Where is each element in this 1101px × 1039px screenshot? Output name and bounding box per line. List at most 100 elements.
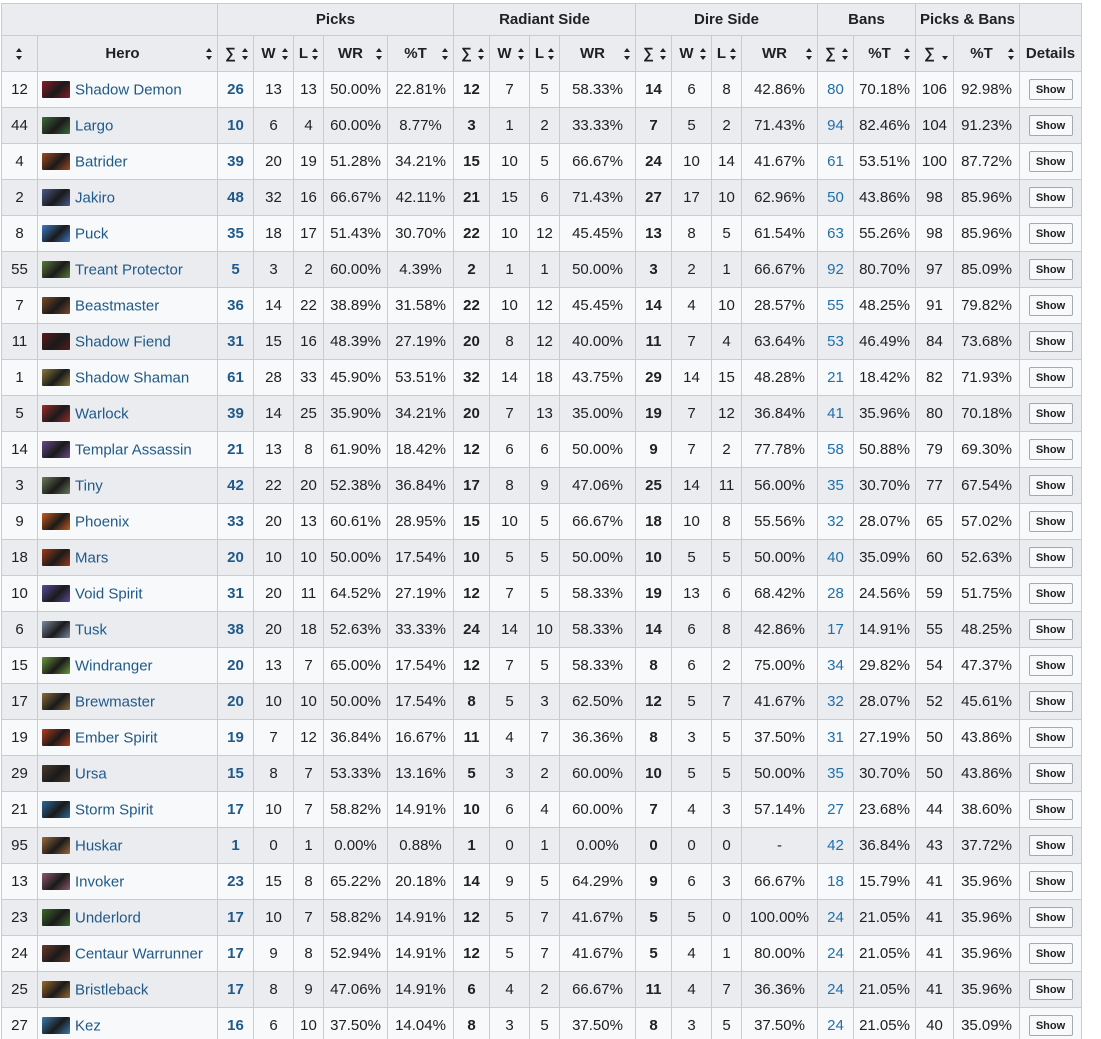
hero-portrait-icon[interactable]	[42, 333, 70, 351]
sort-radiant-losses-header[interactable]: L	[529, 35, 560, 72]
picks-total-cell[interactable]: 42	[217, 467, 254, 504]
show-details-button[interactable]: Show	[1028, 259, 1073, 280]
bans-total-cell[interactable]: 92	[817, 251, 854, 288]
bans-total-cell[interactable]: 58	[817, 431, 854, 468]
show-details-button[interactable]: Show	[1028, 871, 1073, 892]
bans-total-cell[interactable]: 27	[817, 791, 854, 828]
show-details-button[interactable]: Show	[1028, 475, 1073, 496]
bans-total-cell[interactable]: 55	[817, 287, 854, 324]
hero-name-link[interactable]: Invoker	[75, 873, 124, 890]
picks-total-cell[interactable]: 17	[217, 971, 254, 1008]
show-details-button[interactable]: Show	[1028, 223, 1073, 244]
sort-picks-bans-percent-header[interactable]: %T	[953, 35, 1020, 72]
show-details-button[interactable]: Show	[1028, 547, 1073, 568]
picks-total-cell[interactable]: 10	[217, 107, 254, 144]
hero-name-link[interactable]: Puck	[75, 225, 108, 242]
hero-portrait-icon[interactable]	[42, 81, 70, 99]
hero-name-link[interactable]: Void Spirit	[75, 585, 143, 602]
sort-picks-total-header[interactable]: ∑	[217, 35, 254, 72]
hero-name-link[interactable]: Ember Spirit	[75, 729, 158, 746]
hero-name-link[interactable]: Centaur Warrunner	[75, 945, 203, 962]
bans-total-cell[interactable]: 42	[817, 827, 854, 864]
hero-portrait-icon[interactable]	[42, 621, 70, 639]
picks-total-cell[interactable]: 19	[217, 719, 254, 756]
sort-picks-wins-header[interactable]: W	[253, 35, 294, 72]
hero-portrait-icon[interactable]	[42, 369, 70, 387]
hero-name-link[interactable]: Jakiro	[75, 189, 115, 206]
sort-radiant-wins-header[interactable]: W	[489, 35, 530, 72]
hero-portrait-icon[interactable]	[42, 297, 70, 315]
bans-total-cell[interactable]: 18	[817, 863, 854, 900]
hero-name-link[interactable]: Brewmaster	[75, 693, 155, 710]
show-details-button[interactable]: Show	[1028, 367, 1073, 388]
show-details-button[interactable]: Show	[1028, 403, 1073, 424]
picks-total-cell[interactable]: 61	[217, 359, 254, 396]
show-details-button[interactable]: Show	[1028, 799, 1073, 820]
hero-portrait-icon[interactable]	[42, 549, 70, 567]
picks-total-cell[interactable]: 1	[217, 827, 254, 864]
bans-total-cell[interactable]: 34	[817, 647, 854, 684]
bans-total-cell[interactable]: 24	[817, 971, 854, 1008]
picks-total-cell[interactable]: 39	[217, 395, 254, 432]
picks-total-cell[interactable]: 33	[217, 503, 254, 540]
hero-portrait-icon[interactable]	[42, 225, 70, 243]
hero-name-link[interactable]: Shadow Shaman	[75, 369, 189, 386]
show-details-button[interactable]: Show	[1028, 835, 1073, 856]
bans-total-cell[interactable]: 53	[817, 323, 854, 360]
sort-dire-losses-header[interactable]: L	[711, 35, 742, 72]
show-details-button[interactable]: Show	[1028, 943, 1073, 964]
bans-total-cell[interactable]: 24	[817, 935, 854, 972]
hero-portrait-icon[interactable]	[42, 153, 70, 171]
show-details-button[interactable]: Show	[1028, 727, 1073, 748]
hero-name-link[interactable]: Batrider	[75, 153, 128, 170]
hero-name-link[interactable]: Ursa	[75, 765, 107, 782]
picks-total-cell[interactable]: 38	[217, 611, 254, 648]
show-details-button[interactable]: Show	[1028, 583, 1073, 604]
picks-total-cell[interactable]: 20	[217, 539, 254, 576]
show-details-button[interactable]: Show	[1028, 511, 1073, 532]
sort-dire-winrate-header[interactable]: WR	[741, 35, 818, 72]
picks-total-cell[interactable]: 17	[217, 899, 254, 936]
show-details-button[interactable]: Show	[1028, 619, 1073, 640]
picks-total-cell[interactable]: 17	[217, 935, 254, 972]
bans-total-cell[interactable]: 80	[817, 71, 854, 108]
sort-picks-percent-header[interactable]: %T	[387, 35, 454, 72]
hero-portrait-icon[interactable]	[42, 837, 70, 855]
show-details-button[interactable]: Show	[1028, 331, 1073, 352]
picks-total-cell[interactable]: 48	[217, 179, 254, 216]
bans-total-cell[interactable]: 21	[817, 359, 854, 396]
sort-picks-bans-total-header[interactable]: ∑	[915, 35, 954, 72]
hero-portrait-icon[interactable]	[42, 873, 70, 891]
hero-portrait-icon[interactable]	[42, 693, 70, 711]
sort-picks-winrate-header[interactable]: WR	[323, 35, 388, 72]
bans-total-cell[interactable]: 17	[817, 611, 854, 648]
show-details-button[interactable]: Show	[1028, 655, 1073, 676]
hero-portrait-icon[interactable]	[42, 513, 70, 531]
bans-total-cell[interactable]: 32	[817, 683, 854, 720]
bans-total-cell[interactable]: 94	[817, 107, 854, 144]
bans-total-cell[interactable]: 41	[817, 395, 854, 432]
bans-total-cell[interactable]: 35	[817, 755, 854, 792]
hero-portrait-icon[interactable]	[42, 981, 70, 999]
hero-portrait-icon[interactable]	[42, 477, 70, 495]
show-details-button[interactable]: Show	[1028, 1015, 1073, 1036]
hero-name-link[interactable]: Tusk	[75, 621, 107, 638]
sort-rank-header[interactable]	[1, 35, 38, 72]
sort-dire-wins-header[interactable]: W	[671, 35, 712, 72]
show-details-button[interactable]: Show	[1028, 691, 1073, 712]
picks-total-cell[interactable]: 31	[217, 575, 254, 612]
picks-total-cell[interactable]: 26	[217, 71, 254, 108]
hero-name-link[interactable]: Shadow Demon	[75, 81, 182, 98]
hero-name-link[interactable]: Shadow Fiend	[75, 333, 171, 350]
bans-total-cell[interactable]: 35	[817, 467, 854, 504]
bans-total-cell[interactable]: 50	[817, 179, 854, 216]
picks-total-cell[interactable]: 36	[217, 287, 254, 324]
hero-portrait-icon[interactable]	[42, 441, 70, 459]
picks-total-cell[interactable]: 15	[217, 755, 254, 792]
bans-total-cell[interactable]: 63	[817, 215, 854, 252]
hero-name-link[interactable]: Mars	[75, 549, 108, 566]
hero-name-link[interactable]: Bristleback	[75, 981, 148, 998]
bans-total-cell[interactable]: 24	[817, 899, 854, 936]
show-details-button[interactable]: Show	[1028, 439, 1073, 460]
hero-name-link[interactable]: Phoenix	[75, 513, 129, 530]
